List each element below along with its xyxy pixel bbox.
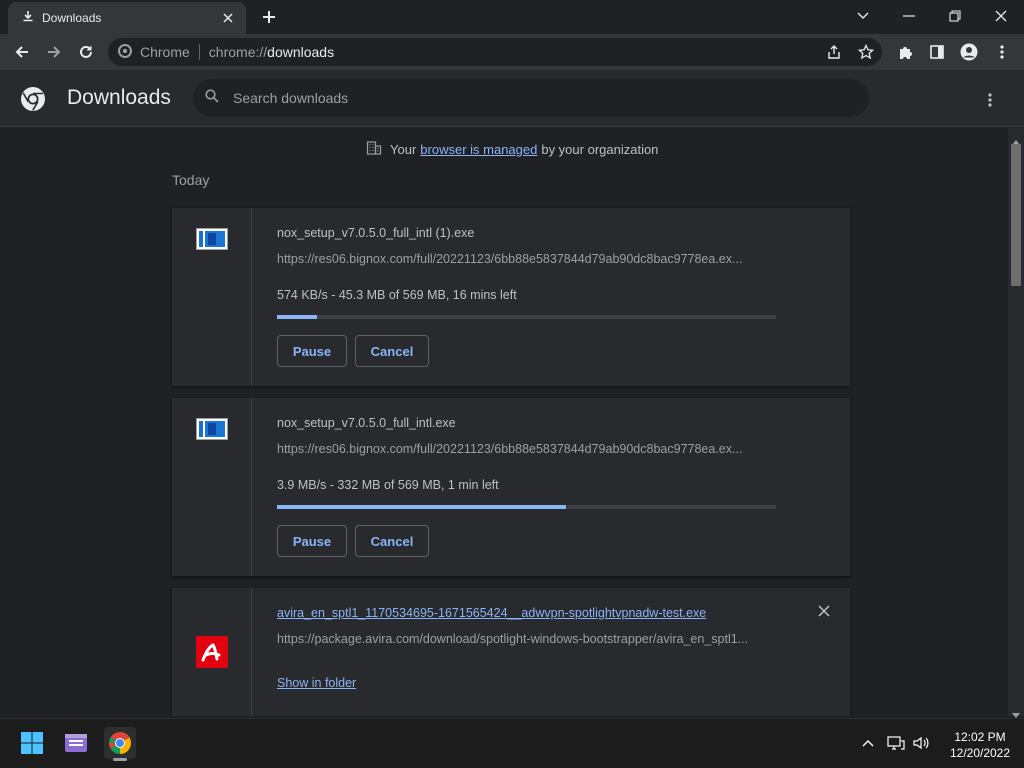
search-input[interactable] [233,90,833,106]
file-url[interactable]: https://package.avira.com/download/spotl… [277,632,777,646]
date-heading: Today [172,172,210,188]
toolbar: Chrome chrome://downloads [0,34,1024,70]
side-panel-icon[interactable] [923,38,951,66]
active-app-indicator [113,758,127,761]
windows-start-icon[interactable] [16,727,48,759]
new-tab-button[interactable] [258,6,280,28]
clock-time: 12:02 PM [954,730,1006,744]
downloads-header: Downloads [0,70,1024,127]
download-item: nox_setup_v7.0.5.0_full_intl.exe https:/… [172,398,850,576]
restore-icon[interactable] [932,2,978,30]
omnibox-separator [198,44,200,60]
browser-managed-link[interactable]: browser is managed [420,142,537,157]
file-url[interactable]: https://res06.bignox.com/full/20221123/6… [277,252,777,266]
building-icon [366,140,382,159]
avira-logo-icon [196,636,228,668]
show-in-folder-link[interactable]: Show in folder [277,676,356,690]
taskbar: 12:02 PM 12/20/2022 [0,718,1024,768]
icon-column [172,398,252,576]
search-box[interactable] [193,79,869,117]
tab-downloads[interactable]: Downloads [8,2,246,34]
exe-file-icon [196,418,228,440]
download-item: nox_setup_v7.0.5.0_full_intl (1).exe htt… [172,208,850,386]
close-tab-icon[interactable] [220,10,236,26]
file-name: nox_setup_v7.0.5.0_full_intl.exe [277,416,456,430]
tab-strip: Downloads [0,0,1024,34]
close-window-icon[interactable] [978,2,1024,30]
file-name-link[interactable]: avira_en_sptl1_1170534695-1671565424__ad… [277,606,706,620]
pause-button[interactable]: Pause [277,335,347,367]
url-scheme: chrome:// [208,44,268,60]
file-name: nox_setup_v7.0.5.0_full_intl (1).exe [277,226,475,240]
progress-bar [277,505,776,509]
forward-arrow-icon[interactable] [40,38,68,66]
download-icon [22,9,34,27]
cancel-button[interactable]: Cancel [355,525,429,557]
progress-fill [277,315,317,319]
chrome-label: Chrome [140,44,190,60]
download-item: avira_en_sptl1_1170534695-1671565424__ad… [172,588,850,716]
managed-suffix: by your organization [541,142,659,157]
extensions-puzzle-icon[interactable] [892,38,920,66]
scroll-up-arrow-icon[interactable] [1012,132,1020,145]
more-options-icon[interactable] [978,88,1002,112]
managed-notice: Your browser is managed by your organiza… [366,140,658,159]
chrome-taskbar-icon[interactable] [104,727,136,761]
chrome-logo-icon [118,43,132,61]
file-url[interactable]: https://res06.bignox.com/full/20221123/6… [277,442,777,456]
download-status: 3.9 MB/s - 332 MB of 569 MB, 1 min left [277,478,499,492]
share-icon[interactable] [820,38,848,66]
progress-fill [277,505,567,509]
file-manager-icon[interactable] [60,727,92,759]
tab-search-chevron-down-icon[interactable] [840,2,886,30]
bookmark-star-icon[interactable] [852,38,880,66]
profile-avatar-icon[interactable] [955,38,983,66]
managed-prefix: Your [390,142,417,157]
pause-button[interactable]: Pause [277,525,347,557]
search-icon [205,88,219,108]
tab-title: Downloads [42,11,102,25]
network-icon[interactable] [886,733,906,753]
download-status: 574 KB/s - 45.3 MB of 569 MB, 16 mins le… [277,288,517,302]
reload-icon[interactable] [72,38,100,66]
exe-file-icon [196,228,228,250]
cancel-button[interactable]: Cancel [355,335,429,367]
progress-bar [277,315,776,319]
downloads-list: Your browser is managed by your organiza… [0,128,1008,716]
clock-date: 12/20/2022 [949,746,1011,760]
scroll-thumb[interactable] [1011,144,1021,286]
system-clock[interactable]: 12:02 PM 12/20/2022 [940,729,1020,761]
icon-column [172,208,252,386]
page-title: Downloads [67,86,171,109]
remove-from-list-icon[interactable] [818,604,832,618]
scroll-down-arrow-icon[interactable] [1012,706,1020,718]
scrollbar[interactable] [1008,128,1024,718]
icon-column [172,588,252,716]
chrome-menu-icon[interactable] [988,38,1016,66]
volume-speaker-icon[interactable] [911,733,931,753]
address-bar[interactable]: Chrome chrome://downloads [108,38,882,66]
url-host: downloads [267,44,335,60]
chrome-logo-icon [20,86,46,112]
minimize-icon[interactable] [886,2,932,30]
back-arrow-icon[interactable] [8,38,36,66]
show-hidden-icons-chevron-up-icon[interactable] [858,733,878,753]
